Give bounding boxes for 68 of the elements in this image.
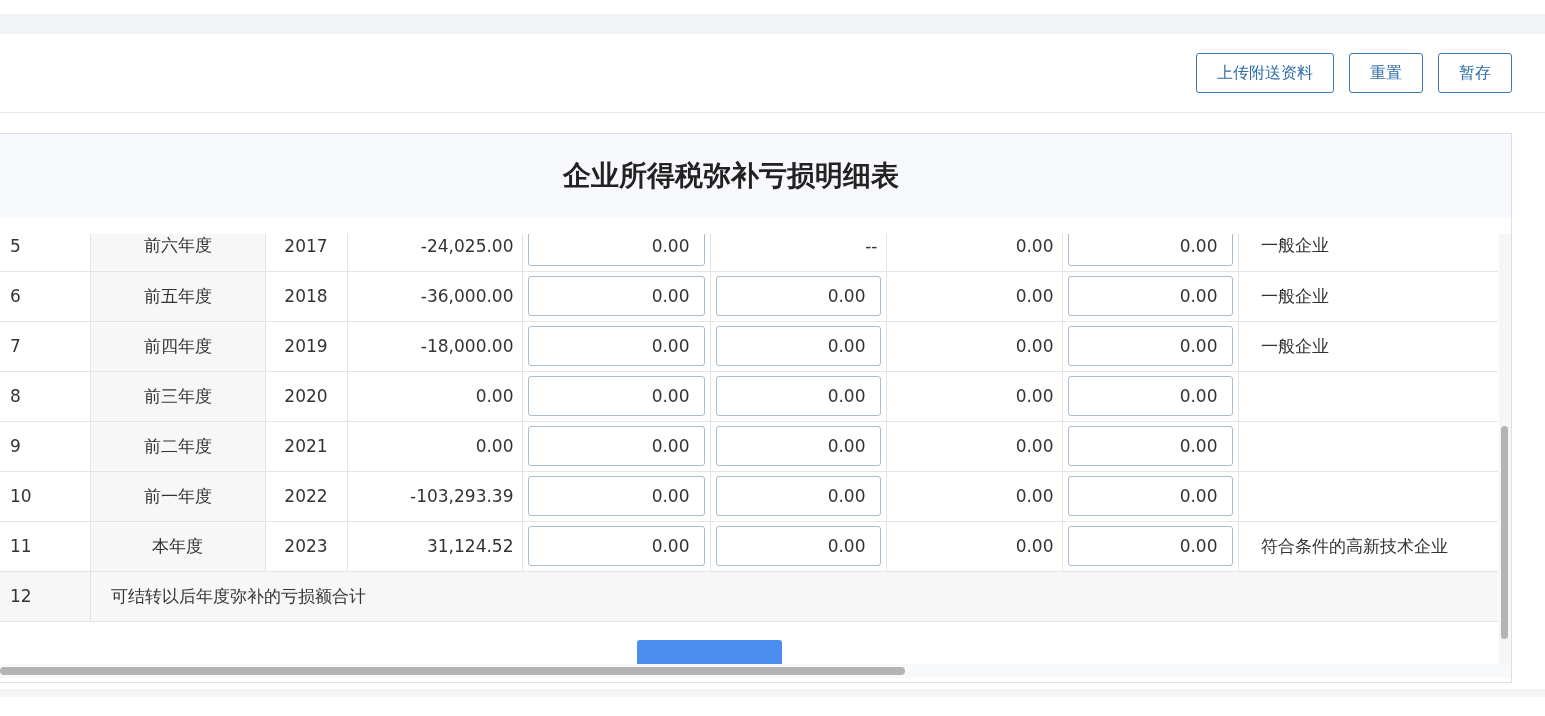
year-cell: 2020 xyxy=(265,371,347,421)
amount-input[interactable]: 0.00 xyxy=(1067,234,1233,266)
amount-cell: 0.00 xyxy=(886,521,1062,571)
enterprise-type-cell: 一般企业 xyxy=(1238,271,1498,321)
amount-input[interactable]: 0.00 xyxy=(527,276,705,316)
period-cell: 前二年度 xyxy=(90,421,265,471)
amount-input[interactable]: 0.00 xyxy=(715,526,881,566)
period-cell: 前三年度 xyxy=(90,371,265,421)
row-number: 10 xyxy=(0,471,90,521)
row-number: 7 xyxy=(0,321,90,371)
amount-cell: 31,124.52 xyxy=(347,521,522,571)
enterprise-type-cell: 一般企业 xyxy=(1238,234,1498,271)
year-cell: 2018 xyxy=(265,271,347,321)
amount-input[interactable]: 0.00 xyxy=(1067,476,1233,516)
amount-cell: -36,000.00 xyxy=(347,271,522,321)
period-cell: 前一年度 xyxy=(90,471,265,521)
amount-input[interactable]: 0.00 xyxy=(1067,526,1233,566)
amount-input[interactable]: 0.00 xyxy=(1067,426,1233,466)
amount-cell: -103,293.39 xyxy=(347,471,522,521)
toolbar-button[interactable]: 暂存 xyxy=(1438,53,1512,93)
year-cell: 2017 xyxy=(265,234,347,271)
year-cell: 2023 xyxy=(265,521,347,571)
toolbar-button[interactable]: 上传附送资料 xyxy=(1196,53,1334,93)
form-title: 企业所得税弥补亏损明细表 xyxy=(562,158,900,194)
amount-input[interactable]: 0.00 xyxy=(715,276,881,316)
row-number: 8 xyxy=(0,371,90,421)
amount-input[interactable]: 0.00 xyxy=(1067,276,1233,316)
total-label-cell: 可结转以后年度弥补的亏损额合计 xyxy=(90,571,1498,621)
amount-cell: 0.00 xyxy=(347,421,522,471)
amount-input[interactable]: 0.00 xyxy=(715,326,881,366)
year-cell: 2019 xyxy=(265,321,347,371)
scrollbar-thumb[interactable] xyxy=(0,667,905,675)
period-cell: 前六年度 xyxy=(90,234,265,271)
period-cell: 前四年度 xyxy=(90,321,265,371)
amount-input[interactable]: 0.00 xyxy=(1067,326,1233,366)
enterprise-type-cell: 一般企业 xyxy=(1238,321,1498,371)
year-cell: 2021 xyxy=(265,421,347,471)
amount-input[interactable]: 0.00 xyxy=(527,326,705,366)
row-number: 12 xyxy=(0,571,90,621)
amount-cell: 0.00 xyxy=(886,271,1062,321)
amount-cell: -24,025.00 xyxy=(347,234,522,271)
amount-input[interactable]: 0.00 xyxy=(527,376,705,416)
row-number: 9 xyxy=(0,421,90,471)
amount-cell: 0.00 xyxy=(886,471,1062,521)
amount-input[interactable]: 0.00 xyxy=(527,526,705,566)
amount-cell: 0.00 xyxy=(886,421,1062,471)
enterprise-type-cell: 符合条件的高新技术企业 xyxy=(1238,521,1498,571)
amount-input[interactable]: 0.00 xyxy=(715,426,881,466)
amount-cell: -18,000.00 xyxy=(347,321,522,371)
scrollbar-thumb[interactable] xyxy=(1501,426,1508,639)
toolbar-button[interactable]: 重置 xyxy=(1349,53,1423,93)
row-number: 6 xyxy=(0,271,90,321)
period-cell: 前五年度 xyxy=(90,271,265,321)
amount-cell: 0.00 xyxy=(886,371,1062,421)
amount-input[interactable]: 0.00 xyxy=(1067,376,1233,416)
amount-input[interactable]: 0.00 xyxy=(527,476,705,516)
year-cell: 2022 xyxy=(265,471,347,521)
row-number: 11 xyxy=(0,521,90,571)
amount-cell: 0.00 xyxy=(347,371,522,421)
amount-cell: -- xyxy=(710,234,886,271)
amount-input[interactable]: 0.00 xyxy=(715,476,881,516)
amount-input[interactable]: 0.00 xyxy=(527,234,705,266)
period-cell: 本年度 xyxy=(90,521,265,571)
row-number: 5 xyxy=(0,234,90,271)
amount-cell: 0.00 xyxy=(886,321,1062,371)
amount-input[interactable]: 0.00 xyxy=(715,376,881,416)
amount-input[interactable]: 0.00 xyxy=(527,426,705,466)
amount-cell: 0.00 xyxy=(886,234,1062,271)
